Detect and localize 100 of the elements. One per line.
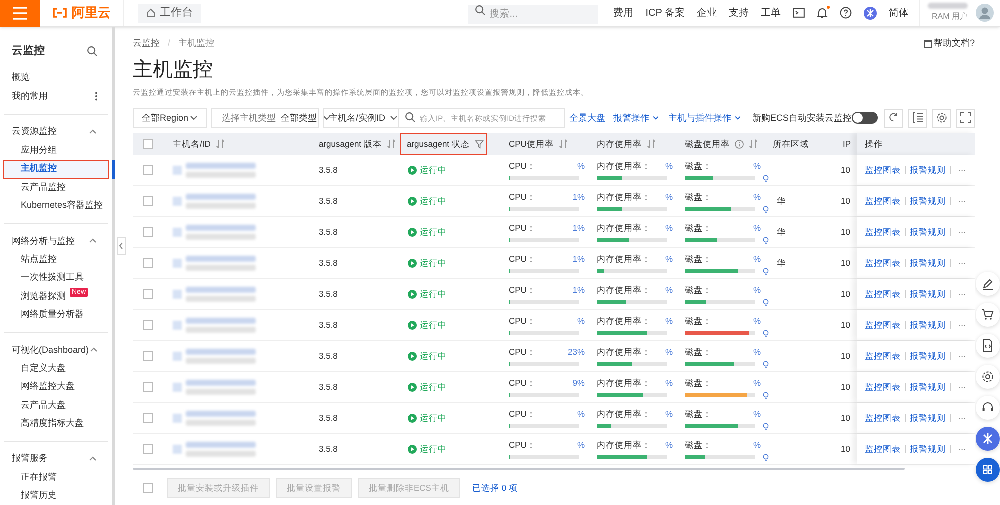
action-link[interactable]: 全景大盘 bbox=[569, 112, 606, 125]
alarm-rules-link[interactable]: 报警规则 bbox=[910, 288, 946, 301]
monitor-chart-link[interactable]: 监控图表 bbox=[865, 194, 901, 208]
more-button[interactable]: ··· bbox=[958, 288, 966, 301]
monitor-chart-link[interactable]: 监控图表 bbox=[865, 164, 901, 177]
select-all-checkbox[interactable] bbox=[143, 483, 153, 494]
cart-button[interactable] bbox=[976, 303, 1000, 327]
more-icon[interactable] bbox=[95, 92, 98, 102]
search-by-select[interactable]: 主机名/实例ID bbox=[323, 108, 399, 128]
nav-link[interactable]: 费用 bbox=[614, 6, 634, 20]
monitor-chart-link[interactable]: 监控图表 bbox=[865, 226, 901, 239]
menu-icon[interactable] bbox=[0, 0, 40, 26]
edit-button[interactable] bbox=[976, 272, 1000, 296]
monitor-chart-link[interactable]: 监控图表 bbox=[865, 350, 901, 363]
terminal-icon[interactable] bbox=[793, 8, 805, 18]
breadcrumb-item[interactable]: 主机监控 bbox=[178, 37, 215, 51]
app-icon[interactable] bbox=[864, 6, 877, 20]
grid-button[interactable] bbox=[976, 458, 1000, 482]
notification-bell-icon[interactable] bbox=[817, 7, 828, 19]
row-checkbox[interactable] bbox=[143, 351, 153, 362]
column-header[interactable]: argusagent 状态 bbox=[400, 133, 487, 156]
column-header[interactable]: 操作 bbox=[857, 133, 975, 156]
alarm-rules-link[interactable]: 报警规则 bbox=[910, 442, 946, 456]
refresh-button[interactable] bbox=[884, 108, 903, 128]
monitor-chart-link[interactable]: 监控图表 bbox=[865, 412, 901, 425]
monitor-chart-link[interactable]: 监控图表 bbox=[865, 288, 901, 301]
avatar[interactable] bbox=[976, 4, 994, 22]
sidebar-item[interactable]: 报警历史 bbox=[0, 486, 112, 505]
bulb-icon[interactable] bbox=[763, 206, 769, 214]
sidebar-item[interactable]: 高精度指标大盘 bbox=[0, 414, 112, 433]
more-button[interactable]: ··· bbox=[958, 194, 966, 208]
nav-link[interactable]: ICP 备案 bbox=[646, 6, 685, 20]
sidebar-item[interactable]: 云产品监控 bbox=[0, 178, 112, 197]
more-button[interactable]: ··· bbox=[958, 350, 966, 363]
language-link[interactable]: 简体 bbox=[889, 6, 909, 20]
bulb-icon[interactable] bbox=[763, 299, 769, 308]
column-header[interactable]: 所在区域 bbox=[767, 133, 837, 156]
sidebar-group-header[interactable]: 可视化(Dashboard) bbox=[0, 341, 112, 360]
column-header[interactable]: CPU使用率 bbox=[503, 133, 591, 156]
action-link[interactable]: 主机与插件操作 bbox=[668, 112, 742, 125]
alarm-rules-link[interactable]: 报警规则 bbox=[910, 318, 946, 332]
sidebar-item[interactable]: 应用分组 bbox=[0, 141, 112, 160]
sidebar-group-header[interactable]: 云资源监控 bbox=[0, 122, 112, 142]
bulb-icon[interactable] bbox=[763, 392, 769, 400]
alarm-rules-link[interactable]: 报警规则 bbox=[910, 194, 946, 208]
bulb-icon[interactable] bbox=[763, 237, 769, 246]
row-checkbox[interactable] bbox=[143, 444, 153, 454]
monitor-chart-link[interactable]: 监控图表 bbox=[865, 380, 901, 394]
nav-link[interactable]: 企业 bbox=[697, 6, 717, 20]
nav-link[interactable]: 工单 bbox=[761, 6, 781, 20]
alarm-rules-link[interactable]: 报警规则 bbox=[910, 256, 946, 270]
more-button[interactable]: ··· bbox=[958, 412, 966, 425]
sidebar-item[interactable]: Kubernetes容器监控 bbox=[0, 196, 112, 216]
row-checkbox[interactable] bbox=[143, 258, 153, 268]
sidebar-group-header[interactable]: 报警服务 bbox=[0, 450, 112, 468]
more-button[interactable]: ··· bbox=[958, 380, 966, 394]
action-link[interactable]: 报警操作 bbox=[613, 112, 660, 125]
sidebar-item[interactable]: 一次性拨测工具 bbox=[0, 269, 112, 288]
auto-install-toggle[interactable] bbox=[852, 112, 878, 124]
more-button[interactable]: ··· bbox=[958, 256, 966, 270]
sidebar-item[interactable]: 网络监控大盘 bbox=[0, 378, 112, 396]
column-header[interactable]: argusagent 版本 bbox=[313, 133, 398, 156]
filter-icon[interactable] bbox=[474, 140, 484, 149]
alarm-rules-link[interactable]: 报警规则 bbox=[910, 380, 946, 394]
column-header[interactable]: IP bbox=[837, 133, 857, 156]
workbench-tab[interactable]: 工作台 bbox=[138, 4, 201, 22]
more-button[interactable]: ··· bbox=[958, 164, 966, 177]
sort-icon[interactable] bbox=[558, 139, 568, 150]
sort-icon[interactable] bbox=[386, 139, 396, 150]
sidebar-item[interactable]: 自定义大盘 bbox=[0, 360, 112, 378]
search-field[interactable]: 搜索... bbox=[468, 5, 598, 24]
breadcrumb-item[interactable]: 云监控 bbox=[133, 37, 160, 51]
region-select[interactable]: 全部Region bbox=[133, 108, 207, 128]
row-checkbox[interactable] bbox=[143, 289, 153, 300]
monitor-chart-link[interactable]: 监控图表 bbox=[865, 318, 901, 332]
more-button[interactable]: ··· bbox=[958, 442, 966, 456]
sort-icon[interactable] bbox=[216, 139, 225, 150]
more-button[interactable]: ··· bbox=[958, 226, 966, 239]
bulb-icon[interactable] bbox=[763, 361, 769, 370]
row-checkbox[interactable] bbox=[143, 227, 153, 238]
column-settings-button[interactable] bbox=[908, 108, 927, 128]
row-checkbox[interactable] bbox=[143, 196, 153, 206]
bulb-icon[interactable] bbox=[763, 175, 769, 184]
more-button[interactable]: ··· bbox=[958, 318, 966, 332]
monitor-chart-link[interactable]: 监控图表 bbox=[865, 256, 901, 270]
monitor-chart-link[interactable]: 监控图表 bbox=[865, 442, 901, 456]
row-checkbox[interactable] bbox=[143, 413, 153, 424]
settings-button[interactable] bbox=[976, 365, 1000, 389]
help-icon[interactable] bbox=[840, 7, 852, 19]
fullscreen-button[interactable] bbox=[956, 108, 975, 128]
row-checkbox[interactable] bbox=[143, 320, 153, 330]
sidebar-item[interactable]: 正在报警 bbox=[0, 468, 112, 487]
column-header[interactable]: 内存使用率 bbox=[591, 133, 679, 156]
sidebar-item[interactable]: 主机监控 bbox=[3, 160, 109, 178]
alarm-rules-link[interactable]: 报警规则 bbox=[910, 412, 946, 425]
search-icon[interactable] bbox=[87, 46, 98, 56]
sort-icon[interactable] bbox=[647, 139, 656, 150]
alarm-rules-link[interactable]: 报警规则 bbox=[910, 226, 946, 239]
settings-button[interactable] bbox=[932, 108, 951, 128]
sidebar-item[interactable]: 站点监控 bbox=[0, 250, 112, 269]
